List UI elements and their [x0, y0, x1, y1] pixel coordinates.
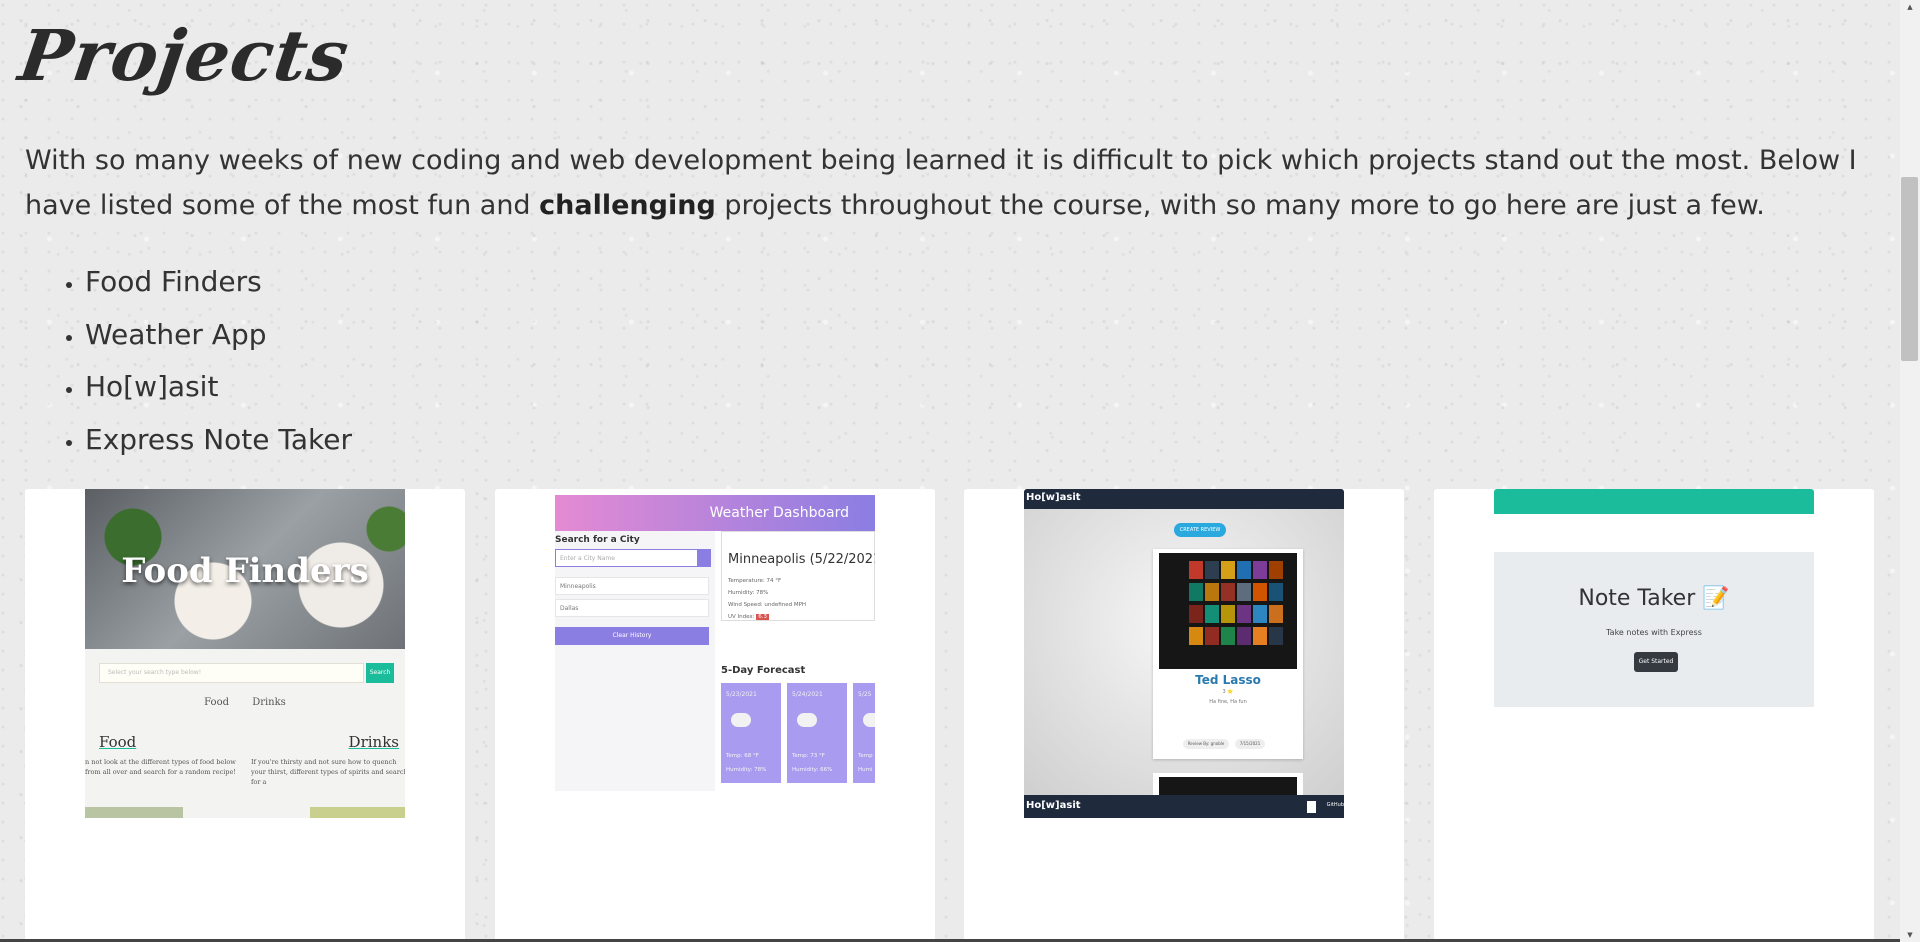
howasit-screenshot[interactable]: Ho[w]asit CREATE REVIEW Ted Lasso 3 ⭐ Ha… [1024, 489, 1344, 818]
weather-clear-history-button: Clear History [555, 627, 709, 645]
weather-forecast-card: 5/25 Temp Humi [853, 683, 875, 783]
howasit-footer-title: Ho[w]asit [1026, 800, 1081, 811]
food-finders-body: Select your search type below! Search Fo… [85, 649, 405, 818]
howasit-review-tag: Review By: gnoble [1183, 739, 1229, 749]
food-finders-drinks-text: If you're thirsty and not sure how to qu… [251, 758, 405, 786]
weather-forecast-card: 5/24/2021 Temp: 73 °F Humidity: 66% [787, 683, 847, 783]
note-taker-get-started-button: Get Started [1634, 652, 1678, 672]
forecast-date: 5/23/2021 [726, 691, 757, 698]
forecast-temp: Temp [858, 753, 873, 759]
weather-header-title: Weather Dashboard [709, 505, 849, 521]
food-finders-hero-title: Food Finders [121, 551, 369, 591]
list-item-weather-app: Weather App [85, 309, 352, 362]
howasit-show-subtitle: Ha fine, Ha fun [1209, 699, 1247, 705]
weather-history-city: Dallas [555, 599, 709, 617]
weather-uv-row: UV Index: 6.3 [728, 614, 770, 620]
list-item-howasit: Ho[w]asit [85, 361, 352, 414]
weather-forecast-card: 5/23/2021 Temp: 68 °F Humidity: 78% [721, 683, 781, 783]
page-title: Projects [14, 14, 355, 97]
weather-history-city: Minneapolis [555, 577, 709, 595]
cloud-icon [863, 713, 875, 727]
food-finders-screenshot[interactable]: Food Finders Select your search type bel… [85, 489, 405, 818]
weather-uv-label: UV Index: [728, 614, 755, 620]
weather-wind: Wind Speed: undefined MPH [728, 602, 807, 608]
note-taker-screenshot[interactable]: Note Taker 📝 Take notes with Express Get… [1494, 489, 1814, 818]
food-finders-drinks-heading: Drinks [348, 733, 399, 751]
weather-current-panel: Minneapolis (5/22/2021) Temperature: 74 … [721, 531, 875, 621]
howasit-review-card: Ted Lasso 3 ⭐ Ha fine, Ha fun Review By:… [1153, 549, 1303, 759]
scrollbar-track[interactable] [1900, 0, 1920, 942]
forecast-date: 5/24/2021 [792, 691, 823, 698]
forecast-date: 5/25 [858, 691, 872, 698]
intro-paragraph: With so many weeks of new coding and web… [25, 138, 1870, 228]
food-finders-drinks-image [310, 807, 405, 818]
weather-sidebar: Search for a City Enter a City Name Minn… [555, 531, 715, 791]
howasit-top-title: Ho[w]asit [1026, 492, 1081, 503]
forecast-temp: Temp: 68 °F [726, 753, 759, 759]
howasit-footer-link: GitHub [1326, 802, 1344, 808]
food-finders-nav-food: Food [204, 697, 229, 708]
scroll-up-icon[interactable]: ▲ [1900, 0, 1920, 14]
cloud-icon [731, 713, 751, 727]
cloud-icon [797, 713, 817, 727]
howasit-review-card [1153, 773, 1303, 795]
weather-current-title: Minneapolis (5/22/2021) [728, 552, 875, 567]
weather-app-screenshot[interactable]: Weather Dashboard Search for a City Ente… [555, 489, 875, 818]
weather-header-bar: Weather Dashboard [555, 495, 875, 531]
project-card-weather-app[interactable]: Weather Dashboard Search for a City Ente… [495, 489, 935, 942]
forecast-humidity: Humi [858, 767, 873, 773]
food-finders-search-input: Select your search type below! [99, 663, 364, 683]
howasit-poster-grid [1159, 777, 1297, 795]
food-finders-food-text: n not look at the different types of foo… [85, 758, 236, 776]
food-finders-food-image [85, 807, 183, 818]
weather-humidity: Humidity: 78% [728, 590, 769, 596]
project-card-food-finders[interactable]: Food Finders Select your search type bel… [25, 489, 465, 942]
intro-text-end: projects throughout the course, with so … [715, 190, 1765, 221]
forecast-humidity: Humidity: 78% [726, 767, 767, 773]
note-taker-header-bar [1494, 489, 1814, 514]
scrollbar-thumb[interactable] [1901, 177, 1918, 361]
forecast-humidity: Humidity: 66% [792, 767, 833, 773]
scroll-down-icon[interactable]: ▼ [1900, 928, 1920, 942]
search-icon [697, 549, 711, 567]
howasit-show-title: Ted Lasso [1195, 673, 1261, 687]
github-icon [1307, 801, 1316, 813]
projects-list: Food Finders Weather App Ho[w]asit Expre… [85, 256, 352, 466]
howasit-footer: Ho[w]asit GitHub [1024, 795, 1344, 818]
project-card-howasit[interactable]: Ho[w]asit CREATE REVIEW Ted Lasso 3 ⭐ Ha… [964, 489, 1404, 942]
weather-forecast-title: 5-Day Forecast [721, 665, 806, 676]
intro-bold-word: challenging [539, 190, 716, 221]
weather-city-input: Enter a City Name [555, 549, 709, 567]
food-finders-nav: Food Drinks [85, 697, 405, 708]
food-finders-hero-image: Food Finders [85, 489, 405, 649]
forecast-temp: Temp: 73 °F [792, 753, 825, 759]
howasit-poster-grid [1159, 553, 1297, 669]
list-item-food-finders: Food Finders [85, 256, 352, 309]
howasit-date-tag: 7/15/2021 [1235, 739, 1265, 749]
page: Projects With so many weeks of new codin… [0, 0, 1900, 942]
weather-temperature: Temperature: 74 °F [728, 578, 782, 584]
food-finders-nav-drinks: Drinks [252, 697, 286, 708]
project-card-note-taker[interactable]: Note Taker 📝 Take notes with Express Get… [1434, 489, 1874, 942]
howasit-show-rating: 3 ⭐ [1222, 689, 1234, 695]
note-taker-subtitle: Take notes with Express [1606, 628, 1702, 637]
note-taker-title: Note Taker 📝 [1578, 586, 1730, 611]
weather-search-label: Search for a City [555, 535, 640, 545]
food-finders-food-heading: Food [99, 733, 137, 751]
howasit-create-review-button: CREATE REVIEW [1174, 523, 1226, 537]
list-item-note-taker: Express Note Taker [85, 414, 352, 467]
weather-uv-badge: 6.3 [756, 614, 770, 620]
food-finders-search-button: Search [366, 663, 394, 683]
note-taker-jumbotron: Note Taker 📝 Take notes with Express Get… [1494, 552, 1814, 707]
howasit-top-bar: Ho[w]asit [1024, 489, 1344, 509]
